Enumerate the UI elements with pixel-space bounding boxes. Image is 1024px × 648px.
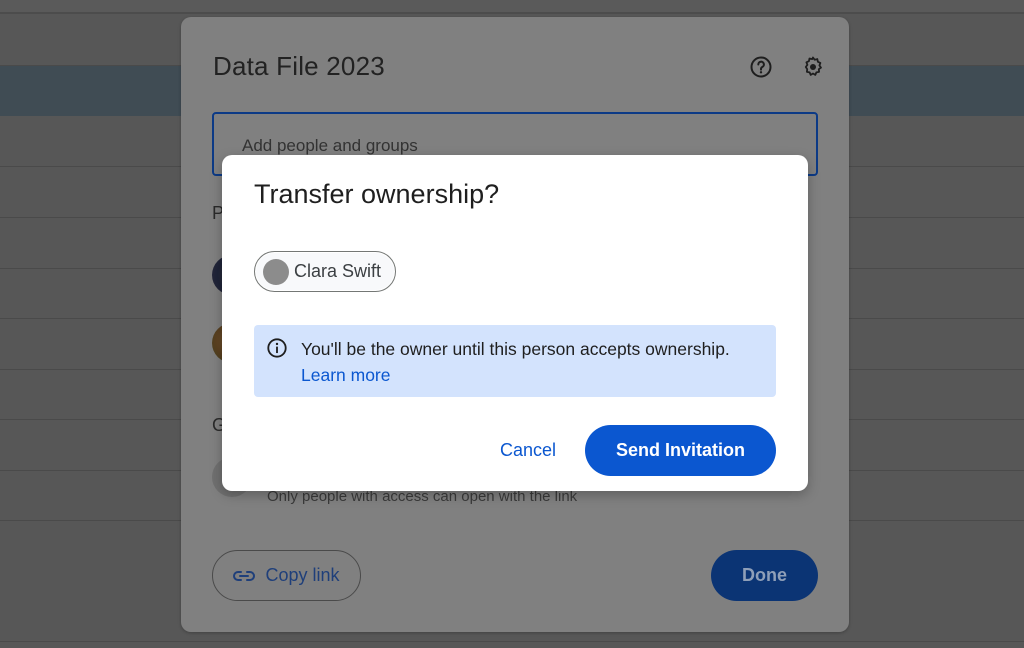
recipient-name: Clara Swift	[294, 261, 382, 281]
help-circle-icon	[750, 56, 772, 78]
link-icon	[233, 570, 256, 581]
background-header	[0, 0, 1024, 14]
learn-more-link[interactable]: Learn more	[301, 362, 391, 388]
gear-icon	[804, 56, 822, 76]
help-button[interactable]	[747, 53, 775, 81]
share-dialog-title: Data File 2023	[213, 51, 385, 81]
send-invitation-button[interactable]: Send Invitation	[585, 425, 776, 476]
dialog-title: Transfer ownership?	[254, 179, 500, 209]
transfer-ownership-dialog: Transfer ownership? Clara Swift You'll b…	[222, 155, 808, 491]
cancel-button[interactable]: Cancel	[488, 425, 568, 476]
recipient-chip: Clara Swift	[254, 251, 397, 292]
settings-button[interactable]	[799, 53, 827, 81]
info-message: You'll be the owner until this person ac…	[301, 339, 730, 359]
info-icon	[267, 338, 287, 358]
copy-link-label: Copy link	[265, 565, 340, 585]
avatar	[263, 258, 289, 285]
done-button[interactable]: Done	[711, 550, 818, 601]
info-banner: You'll be the owner until this person ac…	[254, 325, 776, 397]
copy-link-button[interactable]: Copy link	[212, 550, 361, 601]
